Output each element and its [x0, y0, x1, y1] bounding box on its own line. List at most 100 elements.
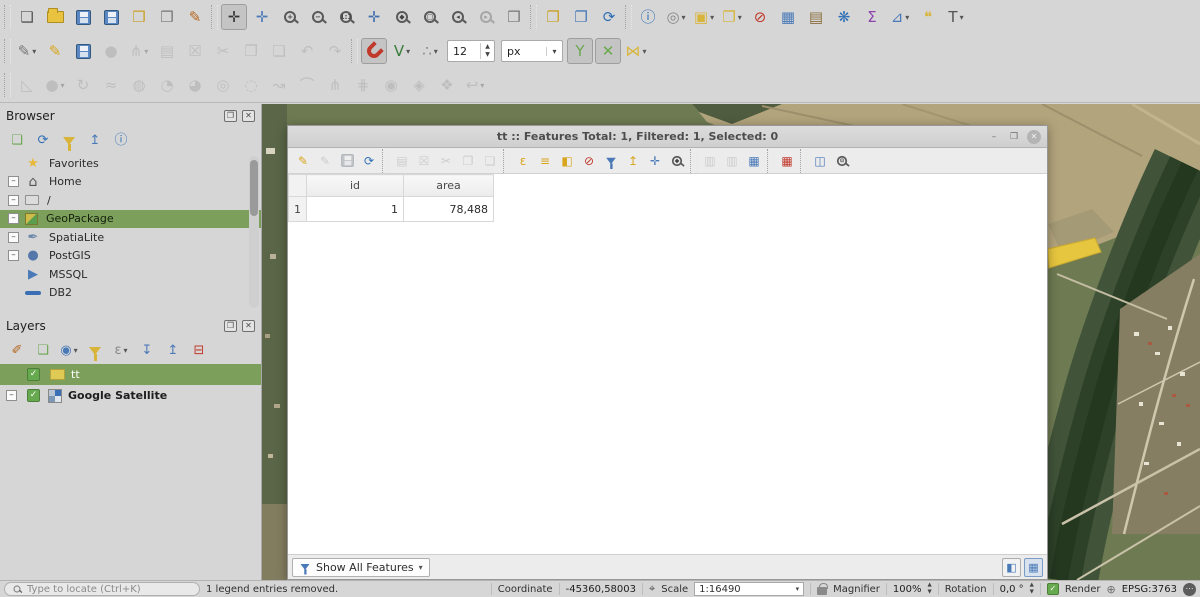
- zoom-native-icon[interactable]: 1:1: [333, 4, 359, 30]
- restore-icon[interactable]: ❒: [1007, 130, 1021, 144]
- minimize-icon[interactable]: –: [987, 130, 1001, 144]
- deselect-features-icon[interactable]: ⊘: [747, 4, 773, 30]
- deselect-all-icon[interactable]: ⊘: [579, 151, 599, 171]
- current-edits-icon[interactable]: ✎▾: [14, 38, 40, 64]
- magnifier-value[interactable]: 100%: [893, 584, 922, 595]
- rotation-spinner[interactable]: ▲▼: [1030, 582, 1034, 596]
- browser-item-geopackage[interactable]: –GeoPackage: [0, 210, 261, 229]
- style-manager-icon[interactable]: ✎: [182, 4, 208, 30]
- zoom-last-icon[interactable]: ◂: [445, 4, 471, 30]
- dock-attribute-table-icon[interactable]: ◫: [810, 151, 830, 171]
- conditional-formatting-icon[interactable]: ▦: [777, 151, 797, 171]
- remove-layer-icon[interactable]: ⊟: [189, 341, 209, 361]
- new-map-view-icon[interactable]: ❒: [501, 4, 527, 30]
- processing-toolbox-icon[interactable]: ❋: [831, 4, 857, 30]
- table-corner[interactable]: [289, 175, 307, 197]
- filter-browser-icon[interactable]: [59, 131, 79, 151]
- dropdown-arrow-icon[interactable]: ▾: [642, 47, 646, 56]
- tree-expander[interactable]: –: [8, 195, 19, 206]
- new-print-layout-icon[interactable]: ❒: [126, 4, 152, 30]
- messages-button[interactable]: ⋯: [1183, 583, 1196, 596]
- float-panel-icon[interactable]: ❐: [224, 110, 237, 122]
- dropdown-arrow-icon[interactable]: ▾: [61, 81, 65, 90]
- zoom-out-icon[interactable]: −: [305, 4, 331, 30]
- close-panel-icon[interactable]: ✕: [242, 110, 255, 122]
- tree-expander[interactable]: –: [8, 213, 19, 224]
- table-actions-icon[interactable]: ⚙: [832, 151, 852, 171]
- zoom-in-icon[interactable]: +: [277, 4, 303, 30]
- tree-expander[interactable]: –: [8, 232, 19, 243]
- topological-editing-icon[interactable]: Y: [567, 38, 593, 64]
- dropdown-arrow-icon[interactable]: ▾: [124, 346, 128, 355]
- field-calculator-icon[interactable]: ▤: [803, 4, 829, 30]
- pan-to-selected-icon[interactable]: ✛: [645, 151, 665, 171]
- attribute-table[interactable]: idarea1178,488: [288, 174, 494, 222]
- layer-visibility-checkbox[interactable]: ✓: [27, 389, 40, 402]
- pan-map-icon[interactable]: ✛: [221, 4, 247, 30]
- filter-by-expression-icon[interactable]: ε▾: [111, 341, 131, 361]
- table-cell[interactable]: 1: [307, 197, 404, 222]
- expand-all-icon[interactable]: ↧: [137, 341, 157, 361]
- column-header-area[interactable]: area: [404, 175, 494, 197]
- browser-item-spatialite[interactable]: –✒SpatiaLite: [0, 228, 261, 247]
- dialog-titlebar[interactable]: tt :: Features Total: 1, Filtered: 1, Se…: [288, 126, 1047, 148]
- tree-expander[interactable]: –: [8, 250, 19, 261]
- browser-item-home[interactable]: –⌂Home: [0, 173, 261, 192]
- feature-filter-button[interactable]: Show All Features ▾: [292, 558, 430, 577]
- browser-item-db2[interactable]: –DB2: [0, 284, 261, 303]
- map-tips-icon[interactable]: ❝: [915, 4, 941, 30]
- text-annotation-icon[interactable]: T▾: [943, 4, 969, 30]
- project-open-icon[interactable]: [42, 4, 68, 30]
- scale-combo[interactable]: 1:16490 ▾: [694, 582, 804, 596]
- project-save-as-icon[interactable]: [98, 4, 124, 30]
- select-by-value-icon[interactable]: ❐▾: [719, 4, 745, 30]
- select-by-expression-icon[interactable]: ε: [513, 151, 533, 171]
- open-layer-styling-icon[interactable]: ✐: [7, 341, 27, 361]
- crs-button[interactable]: EPSG:3763: [1122, 584, 1177, 595]
- layer-item-tt[interactable]: –✓tt: [0, 364, 261, 385]
- close-panel-icon[interactable]: ✕: [242, 320, 255, 332]
- properties-info-icon[interactable]: ⓘ: [111, 131, 131, 151]
- rotation-value[interactable]: 0,0 °: [1000, 584, 1024, 595]
- collapse-all-layers-icon[interactable]: ↥: [163, 341, 183, 361]
- locator-search-input[interactable]: Type to locate (Ctrl+K): [4, 582, 200, 596]
- row-header[interactable]: 1: [289, 197, 307, 222]
- add-selected-layers-icon[interactable]: ❏: [7, 131, 27, 151]
- browser-item-favorites[interactable]: –★Favorites: [0, 154, 261, 173]
- snapping-mode-icon[interactable]: V▾: [389, 38, 415, 64]
- dropdown-arrow-icon[interactable]: ▾: [406, 47, 410, 56]
- dropdown-arrow-icon[interactable]: ▾: [710, 13, 714, 22]
- dropdown-arrow-icon[interactable]: ▾: [682, 13, 686, 22]
- collapse-all-icon[interactable]: ↥: [85, 131, 105, 151]
- project-save-icon[interactable]: [70, 4, 96, 30]
- table-row[interactable]: 1178,488: [289, 197, 494, 222]
- select-all-icon[interactable]: ≡: [535, 151, 555, 171]
- select-by-form-icon[interactable]: [601, 151, 621, 171]
- project-new-icon[interactable]: ❏: [14, 4, 40, 30]
- table-cell[interactable]: 78,488: [404, 197, 494, 222]
- open-attribute-table-icon[interactable]: ▦: [775, 4, 801, 30]
- snapping-tolerance[interactable]: 12▲▼: [447, 40, 495, 62]
- filter-legend-icon[interactable]: [85, 341, 105, 361]
- avoid-overlap-icon[interactable]: ⋈▾: [623, 38, 649, 64]
- add-group-icon[interactable]: ❏: [33, 341, 53, 361]
- statistical-summary-icon[interactable]: Σ: [859, 4, 885, 30]
- layer-expander[interactable]: –: [6, 390, 17, 401]
- zoom-full-icon[interactable]: ✛: [361, 4, 387, 30]
- table-view-button[interactable]: ▦: [1024, 558, 1043, 577]
- dropdown-arrow-icon[interactable]: ▾: [74, 346, 78, 355]
- coordinate-value[interactable]: -45360,58003: [566, 584, 636, 595]
- zoom-to-layer-icon[interactable]: ▢: [417, 4, 443, 30]
- dropdown-arrow-icon[interactable]: ▾: [144, 47, 148, 56]
- lock-icon[interactable]: [817, 587, 827, 595]
- dropdown-arrow-icon[interactable]: ▾: [905, 13, 909, 22]
- tree-expander[interactable]: –: [8, 176, 19, 187]
- mouse-position-icon[interactable]: ⌖: [649, 582, 655, 596]
- browser-scrollbar[interactable]: [249, 156, 259, 308]
- invert-selection-icon[interactable]: ◧: [557, 151, 577, 171]
- refresh-map-icon[interactable]: ⟳: [596, 4, 622, 30]
- toggle-editing-icon[interactable]: ✎: [293, 151, 313, 171]
- select-features-icon[interactable]: ▣▾: [691, 4, 717, 30]
- layer-visibility-checkbox[interactable]: ✓: [27, 368, 40, 381]
- float-panel-icon[interactable]: ❐: [224, 320, 237, 332]
